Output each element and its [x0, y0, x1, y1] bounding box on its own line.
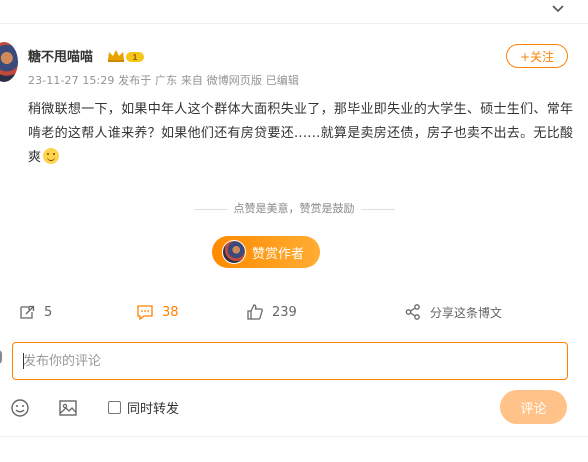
smile-emoji-icon [43, 148, 60, 164]
author-name[interactable]: 糖不甩喵喵 [28, 46, 93, 65]
author-avatar-small [222, 240, 246, 264]
repost-icon [20, 305, 35, 319]
post-text: 稍微联想一下，如果中年人这个群体大面积失业了，那毕业即失业的大学生、硕士生们、常… [28, 98, 574, 170]
share-label: 分享这条博文 [430, 305, 503, 320]
like-icon [247, 304, 263, 320]
reward-hint-text: 点赞是美意，赞赏是鼓励 [233, 202, 355, 215]
top-strip [0, 0, 588, 24]
submit-comment-button[interactable]: 评论 [500, 390, 567, 424]
comment-input[interactable] [23, 353, 557, 369]
follow-button[interactable]: +关注 [506, 44, 568, 68]
repost-checkbox-label: 同时转发 [127, 401, 180, 417]
post-card: 糖不甩喵喵 1 23-11-27 15:29 发布于 广东 来自 微博网页版 已… [0, 0, 588, 462]
like-count: 239 [272, 304, 297, 320]
divider-left [193, 208, 228, 210]
emoji-icon[interactable] [10, 398, 30, 418]
comment-icon [137, 305, 153, 321]
comment-count: 38 [162, 304, 179, 320]
repost-button[interactable]: 5 [18, 298, 52, 326]
comment-button[interactable]: 38 [136, 298, 179, 326]
vip-crown-icon[interactable]: 1 [106, 48, 146, 64]
post-meta: 23-11-27 15:29 发布于 广东 来自 微博网页版 已编辑 [28, 74, 300, 87]
avatar[interactable] [0, 42, 18, 82]
chevron-down-icon[interactable] [550, 2, 566, 16]
divider-right [360, 208, 395, 210]
like-button[interactable]: 239 [246, 298, 297, 326]
vip-level: 1 [133, 53, 138, 62]
repost-checkbox[interactable]: 同时转发 [108, 396, 179, 418]
share-button[interactable]: 分享这条博文 [404, 298, 502, 326]
reward-hint: 点赞是美意，赞赏是鼓励 [0, 200, 588, 216]
image-icon[interactable] [58, 398, 78, 418]
side-fragment [0, 350, 2, 364]
bottom-divider [0, 436, 588, 437]
reward-button-label: 赞赏作者 [252, 246, 305, 262]
comment-box[interactable] [12, 342, 568, 380]
text-caret [23, 353, 24, 369]
reward-author-button[interactable]: 赞赏作者 [212, 236, 320, 268]
repost-count: 5 [44, 304, 53, 320]
share-icon [405, 304, 420, 320]
checkbox-box[interactable] [108, 400, 121, 414]
post-body: 稍微联想一下，如果中年人这个群体大面积失业了，那毕业即失业的大学生、硕士生们、常… [28, 102, 574, 165]
action-bar: 5 38 239 分享这条博文 [0, 298, 588, 326]
